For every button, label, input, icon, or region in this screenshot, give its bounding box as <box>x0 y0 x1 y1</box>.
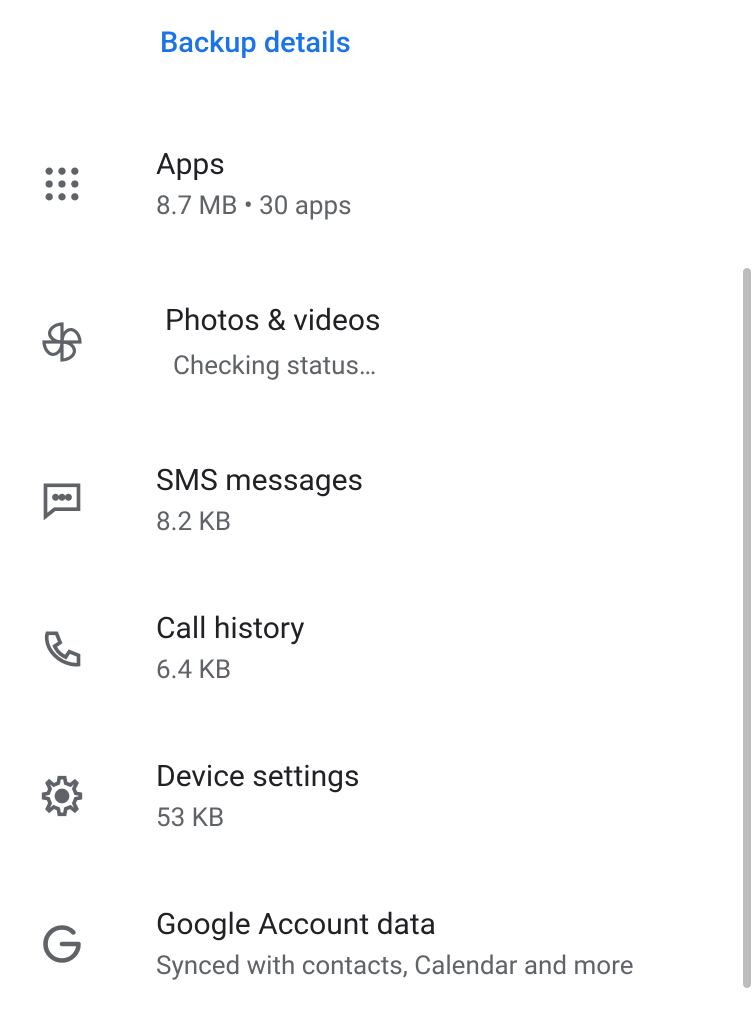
item-subtitle: 8.7 MB • 30 apps <box>156 190 352 224</box>
item-subtitle: Synced with contacts, Calendar and more <box>156 950 633 984</box>
item-title: Call history <box>156 609 304 648</box>
item-subtitle: Checking status… <box>173 350 380 384</box>
item-device-settings[interactable]: Device settings 53 KB <box>0 722 753 870</box>
item-title: Photos & videos <box>165 301 380 340</box>
item-apps[interactable]: Apps 8.7 MB • 30 apps <box>0 110 753 258</box>
item-subtitle: 6.4 KB <box>156 654 304 688</box>
item-google-account-data[interactable]: Google Account data Synced with contacts… <box>0 870 753 1018</box>
item-title: Apps <box>156 145 352 184</box>
apps-icon <box>34 156 90 212</box>
gear-icon <box>34 768 90 824</box>
photos-icon <box>34 314 90 370</box>
backup-details-list: Apps 8.7 MB • 30 apps Photos & videos Ch… <box>0 60 753 1018</box>
scrollbar[interactable] <box>743 268 751 988</box>
item-title: Google Account data <box>156 905 633 944</box>
item-call-history[interactable]: Call history 6.4 KB <box>0 574 753 722</box>
item-sms-messages[interactable]: SMS messages 8.2 KB <box>0 426 753 574</box>
google-icon <box>34 916 90 972</box>
item-title: SMS messages <box>156 461 363 500</box>
section-header: Backup details <box>0 0 753 60</box>
item-photos-videos[interactable]: Photos & videos Checking status… <box>0 258 753 426</box>
item-subtitle: 53 KB <box>156 802 360 836</box>
item-title: Device settings <box>156 757 360 796</box>
sms-icon <box>34 472 90 528</box>
phone-icon <box>34 620 90 676</box>
item-subtitle: 8.2 KB <box>156 506 363 540</box>
